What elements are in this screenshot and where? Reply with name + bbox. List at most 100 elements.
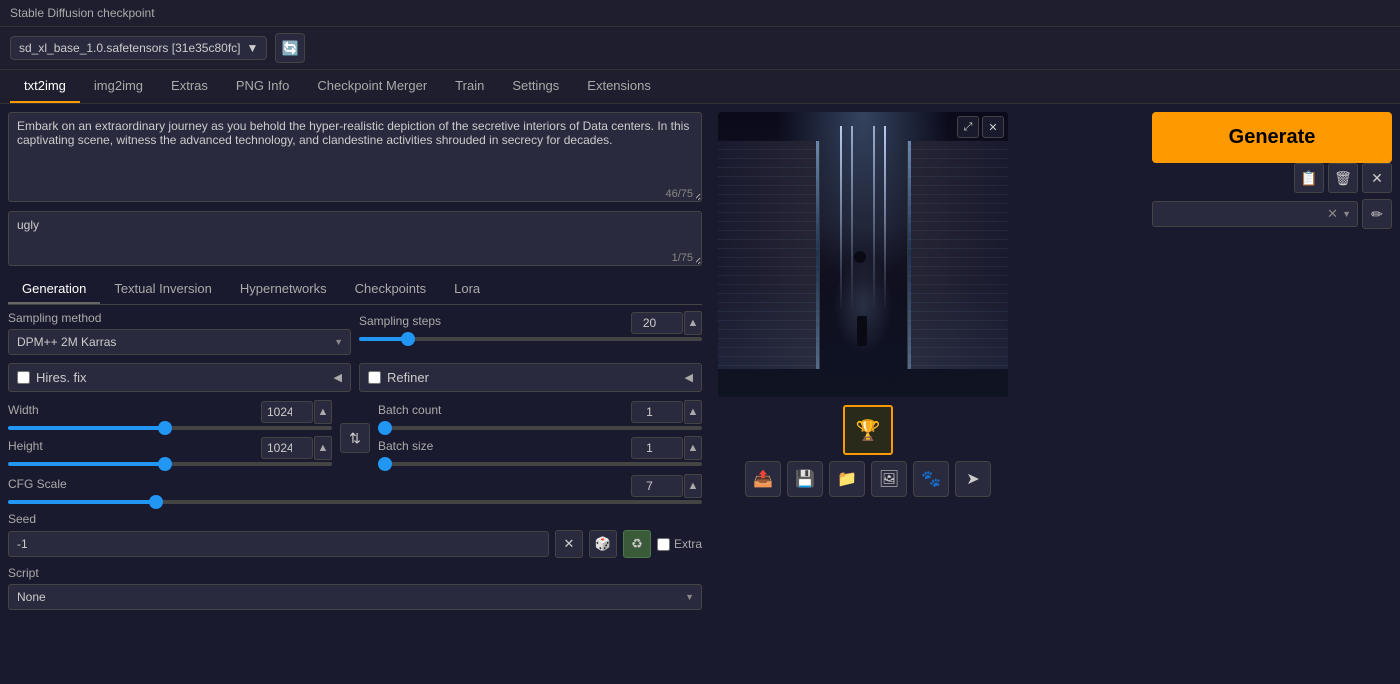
expand-icon: ⤢	[964, 121, 973, 134]
seed-input[interactable]	[8, 531, 549, 557]
tab-train[interactable]: Train	[441, 70, 498, 103]
seed-row: ✕ 🎲 ♻ Extra	[8, 530, 702, 558]
image-top-controls: ⤢ ✕	[957, 116, 1004, 138]
subtab-generation[interactable]: Generation	[8, 275, 100, 304]
thumbnail-1[interactable]: 🏆	[843, 405, 893, 455]
topbar: sd_xl_base_1.0.safetensors [31e35c80fc] …	[0, 27, 1400, 70]
tab-img2img[interactable]: img2img	[80, 70, 157, 103]
seed-clear-button[interactable]: ✕	[555, 530, 583, 558]
thumbnail-row: 🏆	[718, 405, 1018, 455]
style-edit-button[interactable]: ✏	[1362, 199, 1392, 229]
send-icon: ➤	[966, 469, 979, 489]
batch-count-input[interactable]	[631, 401, 683, 423]
trash-icon-button[interactable]: 🗑	[1328, 163, 1358, 193]
height-slider-row	[8, 462, 332, 466]
sampling-method-label: Sampling method	[8, 311, 351, 325]
seed-label: Seed	[8, 512, 702, 526]
positive-prompt-input[interactable]	[8, 112, 702, 202]
image-close-button[interactable]: ✕	[982, 116, 1004, 138]
tab-txt2img[interactable]: txt2img	[10, 70, 80, 103]
batch-count-slider[interactable]	[378, 426, 702, 430]
send-img2img-icon: 📤	[753, 469, 773, 489]
extra-text: Extra	[674, 537, 702, 551]
subtab-checkpoints[interactable]: Checkpoints	[341, 275, 441, 304]
subtab-lora[interactable]: Lora	[440, 275, 494, 304]
close-icon: ✕	[988, 121, 997, 134]
generate-icon-row: 📋 🗑 ✕	[1152, 163, 1392, 193]
subtab-hypernetworks[interactable]: Hypernetworks	[226, 275, 341, 304]
sampling-method-wrapper: DPM++ 2M Karras	[8, 329, 351, 355]
hires-fix-label: Hires. fix	[36, 370, 328, 385]
sampling-steps-input[interactable]	[631, 312, 683, 334]
refiner-checkbox[interactable]	[368, 371, 381, 384]
batch-size-input[interactable]	[631, 437, 683, 459]
subtab-textual-inversion[interactable]: Textual Inversion	[100, 275, 226, 304]
tab-png-info[interactable]: PNG Info	[222, 70, 303, 103]
refresh-button[interactable]: 🔄	[275, 33, 305, 63]
delete-icon-button[interactable]: ✕	[1362, 163, 1392, 193]
hires-fix-checkbox[interactable]	[17, 371, 30, 384]
refresh-icon: 🔄	[282, 40, 299, 57]
send-to-img2img-button[interactable]: 📤	[745, 461, 781, 497]
dc-light-2	[851, 126, 853, 311]
seed-dice-button[interactable]: 🎲	[589, 530, 617, 558]
hires-fix-item[interactable]: Hires. fix ◀	[8, 363, 351, 392]
paw-button[interactable]: 🐾	[913, 461, 949, 497]
right-content: Generate 📋 🗑 ✕ ✕	[718, 112, 1392, 676]
dice-icon: 🎲	[595, 536, 611, 552]
hires-collapse-button[interactable]: ◀	[334, 371, 342, 384]
seed-section: Seed ✕ 🎲 ♻ Extra	[8, 512, 702, 558]
script-wrapper: None	[8, 584, 702, 610]
refiner-collapse-button[interactable]: ◀	[685, 371, 693, 384]
style-clear-icon[interactable]: ✕	[1327, 206, 1338, 222]
send-button[interactable]: ➤	[955, 461, 991, 497]
trash-icon: 🗑	[1334, 170, 1352, 187]
seed-clear-icon: ✕	[564, 536, 575, 552]
style-dropdown-icon[interactable]: ▼	[1342, 209, 1351, 219]
folder-button[interactable]: 📁	[829, 461, 865, 497]
batch-size-slider-row	[378, 462, 702, 466]
seed-recycle-button[interactable]: ♻	[623, 530, 651, 558]
refiner-item[interactable]: Refiner ◀	[359, 363, 702, 392]
batch-col: Batch count ▲ Batch size ▲	[378, 400, 702, 466]
extra-checkbox[interactable]	[657, 538, 670, 551]
batch-size-slider[interactable]	[378, 462, 702, 466]
cfg-scale-slider[interactable]	[8, 500, 702, 504]
save-img-icon: 💾	[795, 469, 815, 489]
tab-extensions[interactable]: Extensions	[573, 70, 665, 103]
dc-figure	[857, 316, 867, 346]
width-slider-row	[8, 426, 332, 430]
image-expand-button[interactable]: ⤢	[957, 116, 979, 138]
generate-button[interactable]: Generate	[1152, 112, 1392, 163]
style-input-row: ✕ ▼ ✏	[1152, 199, 1392, 229]
paste-icon-button[interactable]: 📋	[1294, 163, 1324, 193]
paste-icon: 📋	[1300, 170, 1317, 187]
script-select[interactable]: None	[8, 584, 702, 610]
script-section: Script None	[8, 566, 702, 610]
sampling-method-select[interactable]: DPM++ 2M Karras	[8, 329, 351, 355]
extra-checkbox-label[interactable]: Extra	[657, 537, 702, 551]
recycle-icon: ♻	[631, 536, 643, 552]
sampling-steps-slider[interactable]	[359, 337, 702, 341]
sampling-steps-label: Sampling steps	[359, 314, 441, 328]
cfg-scale-input[interactable]	[631, 475, 683, 497]
folder-icon: 📁	[837, 469, 857, 489]
cfg-scale-slider-row	[8, 500, 702, 504]
tab-checkpoint-merger[interactable]: Checkpoint Merger	[303, 70, 441, 103]
tab-settings[interactable]: Settings	[498, 70, 573, 103]
image-tool-button[interactable]: 🖼	[871, 461, 907, 497]
tab-extras[interactable]: Extras	[157, 70, 222, 103]
checkpoint-dropdown[interactable]: sd_xl_base_1.0.safetensors [31e35c80fc] …	[10, 36, 267, 60]
height-slider[interactable]	[8, 462, 332, 466]
swap-col: ⇅	[340, 423, 370, 453]
generate-controls-area: Generate 📋 🗑 ✕ ✕	[1152, 112, 1392, 229]
main-content: 46/75 46/75 1/75 Generation Textual Inve…	[0, 104, 1400, 684]
negative-prompt-input[interactable]	[8, 211, 702, 266]
width-slider[interactable]	[8, 426, 332, 430]
save-image-button[interactable]: 💾	[787, 461, 823, 497]
swap-dimensions-button[interactable]: ⇅	[340, 423, 370, 453]
height-input[interactable]	[261, 437, 313, 459]
positive-prompt-wrapper: 46/75 46/75	[8, 112, 702, 205]
cfg-scale-section: CFG Scale ▲	[8, 474, 702, 504]
width-input[interactable]	[261, 401, 313, 423]
